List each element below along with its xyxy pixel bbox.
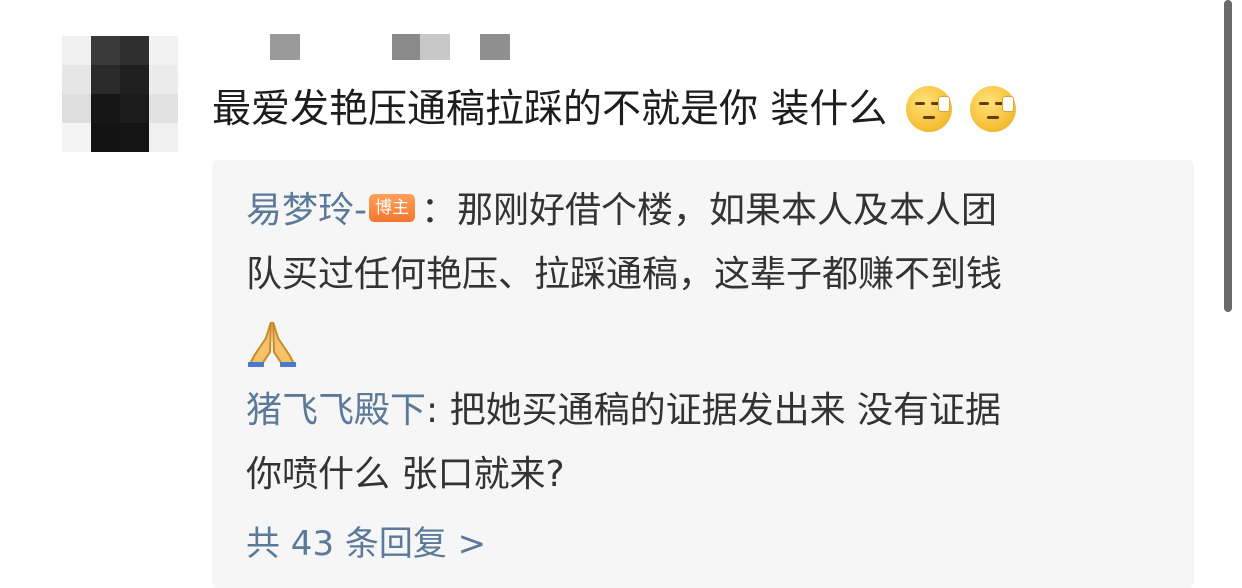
reply-text: 队买过任何艳压、拉踩通稿，这辈子都赚不到钱 — [246, 254, 1003, 295]
reply-text: : 把她买通稿的证据发出来 没有证据 — [426, 390, 1002, 431]
reply-user2-line2: 你喷什么 张口就来? — [246, 442, 565, 508]
face-palm-emoji — [970, 85, 1017, 132]
folded-hands-emoji — [248, 321, 296, 367]
reply-blogger-line2: 队买过任何艳压、拉踩通稿，这辈子都赚不到钱 — [246, 242, 1002, 308]
reply-text: 你喷什么 张口就来? — [246, 454, 565, 495]
reply-username[interactable]: 猪飞飞殿下 — [246, 390, 426, 431]
reply-text: ：那刚好借个楼，如果本人及本人团 — [421, 190, 998, 231]
reply-username[interactable]: 易梦玲- — [246, 190, 367, 231]
view-more-replies-link[interactable]: 共 43 条回复 > — [246, 514, 486, 574]
username-redacted[interactable] — [270, 34, 530, 60]
blogger-badge: 博主 — [369, 194, 415, 222]
avatar[interactable] — [62, 36, 178, 152]
comment-screenshot: 最爱发艳压通稿拉踩的不就是你 装什么 易梦玲- 博主 ：那刚好借个楼，如果本人及本人… — [0, 0, 1242, 588]
reply-user2-line1: 猪飞飞殿下: 把她买通稿的证据发出来 没有证据 — [246, 378, 1001, 444]
face-palm-emoji — [905, 85, 952, 132]
scrollbar[interactable] — [1224, 0, 1232, 312]
comment-text: 最爱发艳压通稿拉踩的不就是你 装什么 — [212, 87, 888, 132]
reply-blogger-line1: 易梦玲- 博主 ：那刚好借个楼，如果本人及本人团 — [246, 178, 997, 244]
comment-body: 最爱发艳压通稿拉踩的不就是你 装什么 — [212, 82, 1017, 138]
